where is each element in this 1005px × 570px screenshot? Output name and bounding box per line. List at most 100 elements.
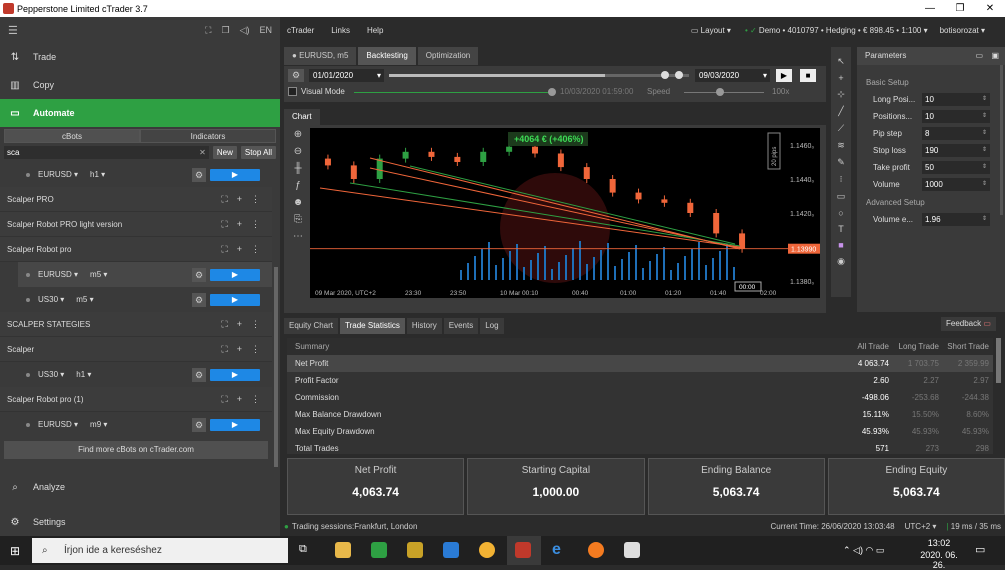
- screenshot-icon[interactable]: ⎘: [294, 214, 302, 225]
- add-instance-icon[interactable]: +: [237, 219, 242, 230]
- param-input[interactable]: 1000 ⇕: [922, 178, 990, 191]
- instance-timeframe[interactable]: m5 ▾: [76, 295, 93, 304]
- clear-search-icon[interactable]: ✕: [199, 146, 206, 159]
- firefox-icon[interactable]: [588, 542, 604, 558]
- camera-tool-icon[interactable]: ◉: [837, 256, 845, 267]
- app-icon-4[interactable]: [443, 542, 459, 558]
- pointer-tool-icon[interactable]: ↖: [837, 56, 845, 67]
- sound-icon[interactable]: ◁): [240, 25, 250, 36]
- cbot-instance-row[interactable]: EURUSD ▾ h1 ▾ ⚙ ▶: [0, 162, 272, 187]
- trend-line-tool-icon[interactable]: ╱: [838, 106, 843, 117]
- instance-symbol[interactable]: EURUSD ▾: [38, 170, 78, 179]
- cbot-row[interactable]: Scalper Robot PRO light version ⛶ + ⋮: [0, 212, 272, 237]
- param-input[interactable]: 50 ⇕: [922, 161, 990, 174]
- instance-timeframe[interactable]: m9 ▾: [90, 420, 107, 429]
- notification-icon[interactable]: ▭: [975, 543, 985, 556]
- chart-hscrollbar[interactable]: [284, 302, 826, 310]
- chrome-icon[interactable]: [479, 542, 495, 558]
- sidebar-scrollbar[interactable]: [274, 267, 278, 467]
- tab-cbots[interactable]: cBots: [4, 129, 140, 143]
- menu-links[interactable]: Links: [331, 26, 350, 35]
- account-selector[interactable]: • ✓ Demo • 4010797 • Hedging • € 898.45 …: [745, 26, 928, 35]
- tab-history[interactable]: History: [406, 318, 442, 334]
- visual-progress-handle[interactable]: [548, 88, 556, 96]
- user-menu[interactable]: botisorozat ▾: [940, 26, 985, 35]
- speed-handle[interactable]: [716, 88, 724, 96]
- tab-symbol[interactable]: ● EURUSD, m5: [284, 47, 357, 65]
- measure-tool-icon[interactable]: ⊹: [837, 89, 845, 100]
- menu-help[interactable]: Help: [367, 26, 383, 35]
- visual-mode-checkbox[interactable]: [288, 87, 297, 96]
- stepper-icon[interactable]: ⇕: [982, 93, 987, 106]
- hamburger-menu-icon[interactable]: ☰: [8, 24, 18, 37]
- ray-tool-icon[interactable]: ⟋: [838, 123, 844, 134]
- stats-row[interactable]: Max Balance Drawdown 15.11% 15.50% 8.60%: [287, 406, 993, 423]
- instance-timeframe[interactable]: m5 ▾: [90, 270, 107, 279]
- nav-settings[interactable]: ⚙ Settings: [0, 508, 280, 536]
- instance-symbol[interactable]: US30 ▾: [38, 370, 64, 379]
- instance-symbol[interactable]: EURUSD ▾: [38, 420, 78, 429]
- cbot-row[interactable]: Scalper Robot pro ⛶ + ⋮: [0, 237, 272, 262]
- taskbar-search[interactable]: ⌕ Írjon ide a kereséshez: [32, 538, 288, 563]
- detach-icon[interactable]: ❐: [221, 25, 229, 36]
- nav-copy[interactable]: ▥ Copy: [0, 71, 280, 99]
- cbot-instance-row[interactable]: US30 ▾ m5 ▾ ⚙ ▶: [0, 287, 272, 312]
- timezone-selector[interactable]: UTC+2 ▾: [905, 522, 937, 531]
- instances-icon[interactable]: ⛶: [221, 344, 227, 355]
- new-cbot-button[interactable]: New: [212, 146, 237, 159]
- edge-icon[interactable]: e: [552, 542, 568, 558]
- stats-row[interactable]: Net Profit 4 063.74 1 703.75 2 359.99: [287, 355, 993, 372]
- instance-settings-icon[interactable]: ⚙: [192, 292, 206, 307]
- task-view-icon[interactable]: ⧉: [299, 543, 307, 556]
- to-date-picker[interactable]: 09/03/2020 ▾: [695, 69, 770, 82]
- more-options-icon[interactable]: ⋮: [251, 244, 260, 255]
- start-instance-button[interactable]: ▶: [210, 368, 260, 381]
- app-icon-3[interactable]: [407, 542, 423, 558]
- indicator-icon[interactable]: ƒ: [295, 180, 301, 191]
- from-date-picker[interactable]: 01/01/2020 ▾: [309, 69, 384, 82]
- range-handle-end[interactable]: [675, 71, 683, 79]
- brush-tool-icon[interactable]: ✎: [837, 157, 845, 168]
- more-options-icon[interactable]: ⋮: [251, 344, 260, 355]
- more-options-icon[interactable]: ⋮: [251, 319, 260, 330]
- nav-automate[interactable]: ▭ Automate: [0, 99, 280, 127]
- feedback-button[interactable]: Feedback ▭: [941, 317, 996, 331]
- add-instance-icon[interactable]: +: [237, 194, 242, 205]
- tab-chart[interactable]: Chart: [284, 109, 320, 125]
- instance-timeframe[interactable]: h1 ▾: [90, 170, 105, 179]
- params-scrollbar[interactable]: [1000, 65, 1003, 215]
- close-button[interactable]: ✕: [975, 3, 1005, 14]
- more-icon[interactable]: ⋯: [293, 231, 303, 242]
- instance-symbol[interactable]: US30 ▾: [38, 295, 64, 304]
- instance-settings-icon[interactable]: ⚙: [192, 367, 206, 382]
- more-options-icon[interactable]: ⋮: [251, 194, 260, 205]
- layout-dropdown[interactable]: ▭ Layout ▾: [691, 26, 731, 35]
- crosshair-tool-icon[interactable]: +: [838, 73, 843, 83]
- find-more-cbots-button[interactable]: Find more cBots on cTrader.com: [4, 441, 268, 459]
- cbot-instance-row[interactable]: US30 ▾ h1 ▾ ⚙ ▶: [0, 362, 272, 387]
- price-chart[interactable]: 1.13990 1.1460₀ 1.1440₀ 1.1420₀ 1.1380₀ 20 pi…: [310, 128, 820, 298]
- start-instance-button[interactable]: ▶: [210, 293, 260, 306]
- cbot-row[interactable]: Scalper ⛶ + ⋮: [0, 337, 272, 362]
- stepper-icon[interactable]: ⇕: [982, 144, 987, 157]
- cbot-row[interactable]: Scalper Robot pro (1) ⛶ + ⋮: [0, 387, 272, 412]
- instance-settings-icon[interactable]: ⚙: [192, 267, 206, 282]
- save-params-icon[interactable]: ▣: [991, 47, 999, 65]
- add-instance-icon[interactable]: +: [237, 244, 242, 255]
- stepper-icon[interactable]: ⇕: [982, 127, 987, 140]
- tab-events[interactable]: Events: [443, 318, 479, 334]
- start-instance-button[interactable]: ▶: [210, 418, 260, 431]
- start-instance-button[interactable]: ▶: [210, 168, 260, 181]
- trader-icon[interactable]: ☻: [293, 197, 304, 208]
- language-icon[interactable]: EN: [259, 25, 272, 36]
- tab-indicators[interactable]: Indicators: [140, 129, 276, 143]
- color-tool-icon[interactable]: ■: [838, 240, 843, 250]
- instances-icon[interactable]: ⛶: [221, 219, 227, 230]
- chart-type-icon[interactable]: ╫: [294, 163, 301, 174]
- load-params-icon[interactable]: ▭: [975, 47, 983, 65]
- backtest-range-slider[interactable]: [389, 71, 689, 79]
- ctrader-taskbar-icon[interactable]: [515, 542, 531, 558]
- zoom-in-icon[interactable]: ⊕: [294, 129, 302, 140]
- ellipse-tool-icon[interactable]: ○: [838, 208, 843, 218]
- more-options-icon[interactable]: ⋮: [251, 394, 260, 405]
